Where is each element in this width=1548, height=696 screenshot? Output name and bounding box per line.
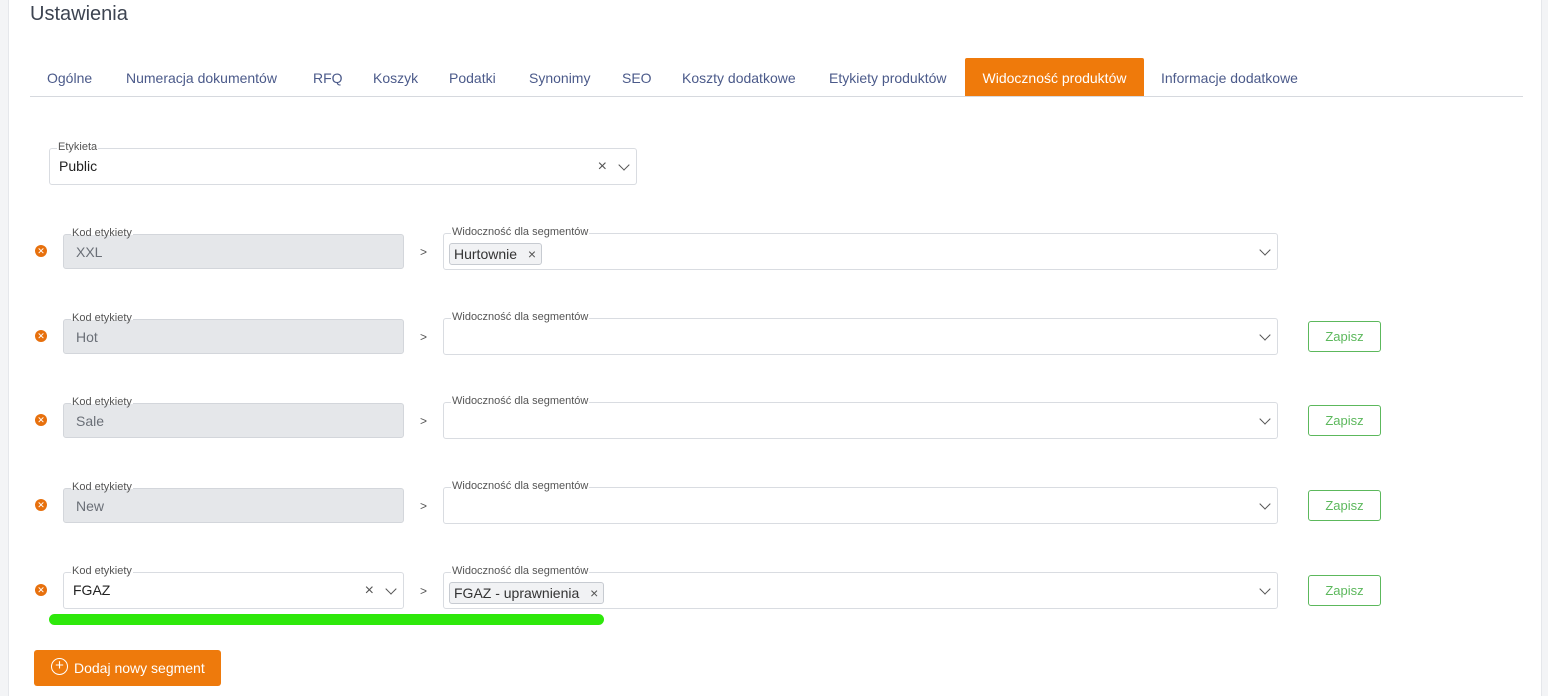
clear-icon[interactable]: × [598, 159, 607, 175]
segments-multiselect[interactable]: Widoczność dla segmentów [443, 479, 1278, 524]
segments-legend: Widoczność dla segmentów [451, 225, 590, 239]
tab-seo[interactable]: SEO [605, 58, 669, 96]
label-code-value: New [76, 498, 105, 514]
segments-legend: Widoczność dla segmentów [451, 394, 590, 408]
segment-chip-label: FGAZ - uprawnienia [454, 585, 580, 601]
segments-legend: Widoczność dla segmentów [451, 310, 590, 324]
segment-chip-label: Hurtownie [454, 246, 518, 262]
tab-cart[interactable]: Koszyk [356, 58, 435, 96]
highlight-underline [49, 614, 604, 625]
remove-row-icon[interactable]: ✕ [35, 414, 47, 426]
tab-taxes[interactable]: Podatki [432, 58, 513, 96]
save-button[interactable]: Zapisz [1308, 321, 1381, 352]
label-code-select[interactable]: Kod etykiety FGAZ × [63, 564, 404, 609]
tab-product-labels[interactable]: Etykiety produktów [812, 58, 964, 96]
label-code-value: Hot [76, 329, 98, 345]
label-code-value: Sale [76, 413, 105, 429]
segment-chip: Hurtownie × [449, 243, 543, 265]
label-code-field: Kod etykiety New [63, 480, 404, 523]
chevron-down-icon[interactable] [1259, 583, 1271, 595]
plus-circle-icon: + [51, 658, 68, 675]
add-segment-label: Dodaj nowy segment [74, 660, 205, 676]
label-code-value: FGAZ [73, 582, 111, 598]
label-code-legend: Kod etykiety [71, 564, 133, 578]
remove-row-icon[interactable]: ✕ [35, 584, 47, 596]
chevron-down-icon[interactable] [618, 159, 630, 171]
label-select-legend: Etykieta [57, 140, 99, 154]
tab-document-numbering[interactable]: Numeracja dokumentów [109, 58, 294, 96]
label-code-legend: Kod etykiety [71, 395, 133, 409]
label-code-field: Kod etykiety XXL [63, 226, 404, 269]
tab-bar: Ogólne Numeracja dokumentów RFQ Koszyk P… [30, 58, 1523, 97]
remove-row-icon[interactable]: ✕ [35, 330, 47, 342]
segments-multiselect[interactable]: Widoczność dla segmentów FGAZ - uprawnie… [443, 564, 1278, 609]
segments-legend: Widoczność dla segmentów [451, 564, 590, 578]
segment-chip: FGAZ - uprawnienia × [449, 582, 605, 604]
label-code-legend: Kod etykiety [71, 311, 133, 325]
arrow-separator: > [420, 245, 428, 259]
tab-additional-info[interactable]: Informacje dodatkowe [1144, 58, 1315, 96]
label-select-value: Public [59, 158, 98, 174]
arrow-separator: > [420, 414, 428, 428]
label-code-value: XXL [76, 244, 103, 260]
segments-multiselect[interactable]: Widoczność dla segmentów [443, 310, 1278, 355]
clear-icon[interactable]: × [365, 583, 374, 599]
save-button[interactable]: Zapisz [1308, 575, 1381, 606]
label-code-legend: Kod etykiety [71, 226, 133, 240]
chevron-down-icon[interactable] [1259, 244, 1271, 256]
tab-rfq[interactable]: RFQ [296, 58, 360, 96]
add-segment-button[interactable]: + Dodaj nowy segment [34, 650, 221, 686]
arrow-separator: > [420, 584, 428, 598]
label-select[interactable]: Etykieta Public × [49, 140, 637, 185]
label-code-legend: Kod etykiety [71, 480, 133, 494]
page-title: Ustawienia [30, 3, 128, 25]
label-code-field: Kod etykiety Hot [63, 311, 404, 354]
tab-general[interactable]: Ogólne [30, 58, 109, 96]
tab-product-visibility[interactable]: Widoczność produktów [965, 58, 1144, 96]
remove-chip-icon[interactable]: × [590, 583, 598, 603]
remove-chip-icon[interactable]: × [528, 244, 536, 264]
segments-multiselect[interactable]: Widoczność dla segmentów [443, 394, 1278, 439]
chevron-down-icon[interactable] [1259, 498, 1271, 510]
remove-row-icon[interactable]: ✕ [35, 499, 47, 511]
chevron-down-icon[interactable] [1259, 413, 1271, 425]
label-code-field: Kod etykiety Sale [63, 395, 404, 438]
chevron-down-icon[interactable] [385, 583, 397, 595]
save-button[interactable]: Zapisz [1308, 490, 1381, 521]
segments-multiselect[interactable]: Widoczność dla segmentów Hurtownie × [443, 225, 1278, 270]
chevron-down-icon[interactable] [1259, 329, 1271, 341]
save-button[interactable]: Zapisz [1308, 405, 1381, 436]
remove-row-icon[interactable]: ✕ [35, 245, 47, 257]
segments-legend: Widoczność dla segmentów [451, 479, 590, 493]
tab-additional-costs[interactable]: Koszty dodatkowe [665, 58, 813, 96]
arrow-separator: > [420, 330, 428, 344]
tab-synonyms[interactable]: Synonimy [512, 58, 607, 96]
arrow-separator: > [420, 499, 428, 513]
